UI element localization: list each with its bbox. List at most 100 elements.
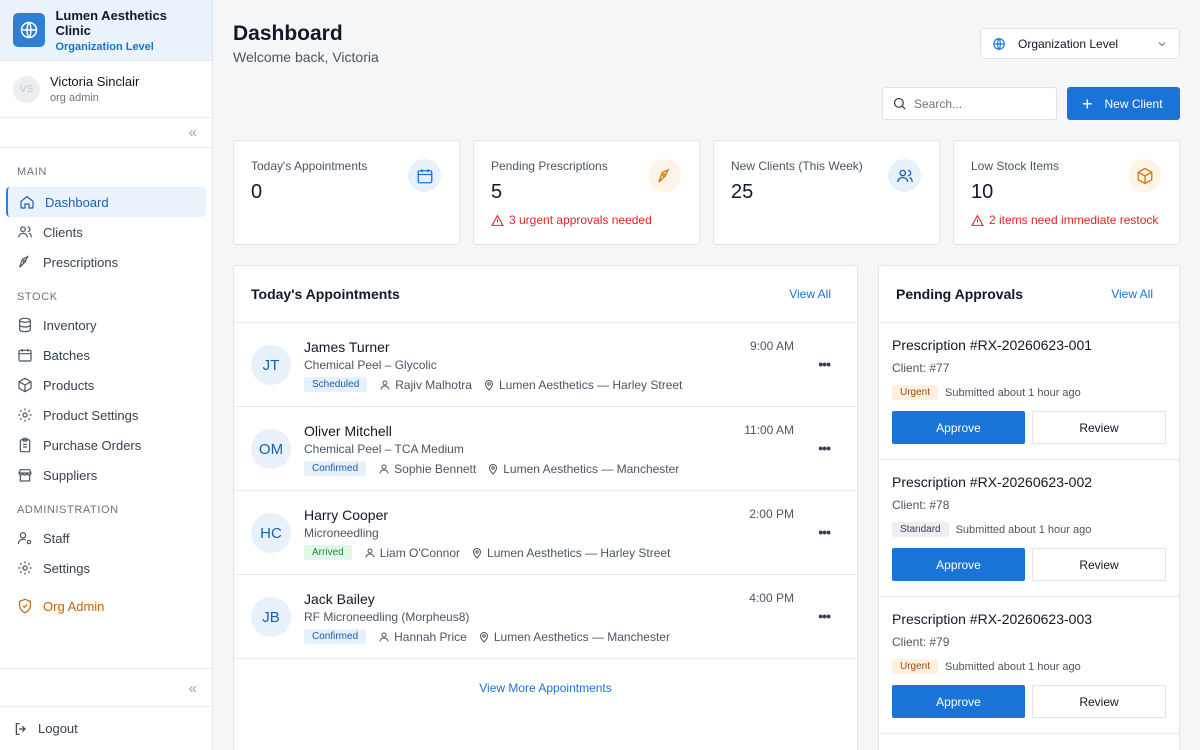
sidebar-item-inventory[interactable]: Inventory (0, 310, 212, 340)
submitted-time: Submitted about 1 hour ago (945, 660, 1081, 673)
sidebar-item-staff[interactable]: Staff (0, 523, 212, 553)
client-name: Oliver Mitchell (304, 423, 392, 439)
collapse-sidebar-button[interactable]: « (0, 118, 212, 148)
approve-button[interactable]: Approve (892, 411, 1025, 444)
pen-nib-icon (19, 255, 30, 268)
new-client-button[interactable]: + New Client (1067, 87, 1180, 120)
appointment-meta: Scheduled Rajiv Malhotra Lumen Aesthetic… (304, 377, 682, 392)
logout-label: Logout (38, 721, 78, 736)
section-stock: STOCK (17, 291, 58, 303)
priority-badge: Urgent (892, 659, 939, 674)
new-client-label: New Client (1104, 96, 1163, 111)
user-role: org admin (50, 92, 99, 104)
users-icon (18, 226, 32, 238)
sidebar-item-label: Suppliers (43, 467, 98, 483)
prescription-client: Client: #78 (892, 498, 950, 512)
user-card[interactable]: VS Victoria Sinclair org admin (0, 61, 212, 118)
appointment-row[interactable]: JT James Turner Chemical Peel – Glycolic… (234, 323, 857, 407)
approval-actions: Approve Review (892, 411, 1166, 444)
appointments-panel: Today's Appointments View All JT James T… (233, 265, 858, 750)
user-icon (379, 632, 389, 642)
sidebar-item-label: Prescriptions (43, 254, 119, 270)
client-avatar: OM (251, 429, 291, 469)
sidebar-item-product-settings[interactable]: Product Settings (0, 400, 212, 430)
home-icon (20, 195, 34, 209)
page-title: Dashboard (233, 22, 343, 45)
approve-button[interactable]: Approve (892, 548, 1025, 581)
gear-icon (18, 561, 32, 575)
sidebar-item-purchase-orders[interactable]: Purchase Orders (0, 430, 212, 460)
stat-card-new-clients[interactable]: New Clients (This Week) 25 (713, 140, 940, 245)
search-input[interactable] (914, 96, 1039, 111)
sidebar-item-products[interactable]: Products (0, 370, 212, 400)
prescription-title: Prescription #RX-20260623-003 (892, 611, 1093, 627)
appointment-meta: Confirmed Sophie Bennett Lumen Aesthetic… (304, 461, 679, 476)
more-options-icon[interactable]: ••• (818, 356, 831, 372)
calendar-icon (408, 159, 441, 192)
view-all-appointments-link[interactable]: View All (789, 287, 831, 301)
approval-item: Prescription #RX-20260623-002 Client: #7… (879, 460, 1179, 597)
view-all-approvals-link[interactable]: View All (1111, 287, 1153, 301)
appointment-row[interactable]: JB Jack Bailey RF Microneedling (Morpheu… (234, 575, 857, 659)
more-options-icon[interactable]: ••• (818, 440, 831, 456)
appointment-row[interactable]: HC Harry Cooper Microneedling Arrived Li… (234, 491, 857, 575)
search-box[interactable] (882, 87, 1057, 120)
user-icon (380, 380, 390, 390)
sidebar-item-prescriptions[interactable]: Prescriptions (0, 247, 212, 277)
section-administration: ADMINISTRATION (17, 504, 119, 516)
sidebar-item-label: Settings (43, 560, 90, 576)
status-badge: Scheduled (304, 377, 368, 392)
view-more-appointments-link[interactable]: View More Appointments (234, 681, 857, 695)
review-button[interactable]: Review (1032, 411, 1166, 444)
user-gear-icon (17, 532, 32, 545)
store-icon (18, 469, 32, 482)
package-icon (18, 377, 32, 393)
sidebar-item-dashboard[interactable]: Dashboard (6, 187, 206, 217)
org-name: Lumen Aesthetics Clinic (55, 7, 167, 38)
staff-name: Sophie Bennett (394, 461, 477, 476)
client-name: Jack Bailey (304, 591, 375, 607)
logout-button[interactable]: Logout (0, 706, 212, 750)
staff-name: Rajiv Malhotra (395, 377, 472, 392)
stat-card-low-stock[interactable]: Low Stock Items 10 2 items need immediat… (953, 140, 1180, 245)
review-button[interactable]: Review (1032, 685, 1166, 718)
approval-actions: Approve Review (892, 548, 1166, 581)
org-header[interactable]: Lumen Aesthetics Clinic Organization Lev… (0, 0, 212, 61)
priority-badge: Standard (892, 522, 949, 537)
chevrons-left-icon: « (188, 679, 197, 697)
sidebar-item-settings[interactable]: Settings (0, 553, 212, 583)
client-name: Harry Cooper (304, 507, 389, 523)
appointment-time: 11:00 AM (744, 423, 794, 437)
location: Lumen Aesthetics — Manchester (503, 461, 680, 476)
more-options-icon[interactable]: ••• (818, 608, 831, 624)
prescription-meta: Urgent Submitted about 1 hour ago (892, 659, 1166, 674)
chevron-down-icon (1158, 41, 1166, 46)
stat-warning: 3 urgent approvals needed (491, 213, 682, 227)
sidebar-item-clients[interactable]: Clients (0, 217, 212, 247)
approvals-header: Pending Approvals View All (879, 266, 1179, 323)
client-avatar: HC (251, 513, 291, 553)
appointment-row[interactable]: OM Oliver Mitchell Chemical Peel – TCA M… (234, 407, 857, 491)
stat-card-appointments[interactable]: Today's Appointments 0 (233, 140, 460, 245)
approve-button[interactable]: Approve (892, 685, 1025, 718)
sidebar-item-label: Staff (43, 530, 70, 546)
prescription-title: Prescription #RX-20260623-002 (892, 474, 1093, 490)
globe-icon (993, 37, 1005, 50)
submitted-time: Submitted about 1 hour ago (955, 523, 1092, 536)
sidebar: Lumen Aesthetics Clinic Organization Lev… (0, 0, 213, 750)
sidebar-item-suppliers[interactable]: Suppliers (0, 460, 212, 490)
client-name: James Turner (304, 339, 390, 355)
stat-card-prescriptions[interactable]: Pending Prescriptions 5 3 urgent approva… (473, 140, 700, 245)
collapse-sidebar-button[interactable]: « (0, 669, 212, 707)
review-button[interactable]: Review (1032, 548, 1166, 581)
prescription-meta: Standard Submitted about 1 hour ago (892, 522, 1166, 537)
user-icon (379, 464, 389, 474)
map-pin-icon (479, 631, 488, 643)
map-pin-icon (484, 379, 493, 391)
sidebar-item-org-admin[interactable]: Org Admin (0, 591, 212, 621)
level-select[interactable]: Organization Level (980, 28, 1180, 59)
gear-icon (18, 408, 32, 422)
more-options-icon[interactable]: ••• (818, 524, 831, 540)
approval-actions: Approve Review (892, 685, 1166, 718)
sidebar-item-batches[interactable]: Batches (0, 340, 212, 370)
